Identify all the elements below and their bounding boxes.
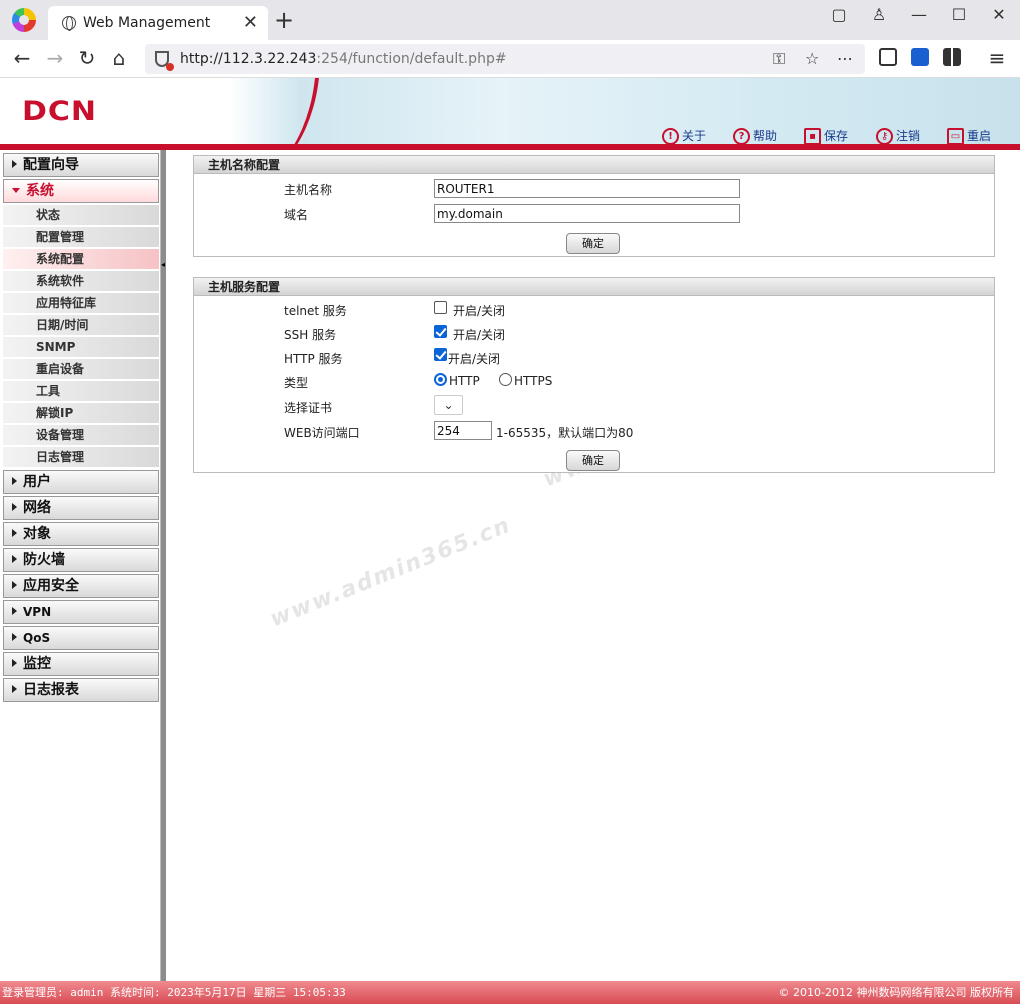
menu-log-report[interactable]: 日志报表 <box>3 678 159 702</box>
menu-icon[interactable]: ≡ <box>985 46 1009 70</box>
menu-qos[interactable]: QoS <box>3 626 159 650</box>
status-login-info: 登录管理员: admin 系统时间: 2023年5月17日 星期三 15:05:… <box>2 986 346 999</box>
hostname-confirm-button[interactable]: 确定 <box>566 233 620 254</box>
globe-icon <box>62 16 76 31</box>
type-label: 类型 <box>284 376 309 390</box>
sidebar-item-status[interactable]: 状态 <box>3 205 159 226</box>
url-text[interactable]: http://112.3.22.243:254/function/default… <box>180 51 507 67</box>
header-swoosh-decoration <box>230 78 320 150</box>
type-https-label: HTTPS <box>514 374 553 388</box>
sidebar-item-device-management[interactable]: 设备管理 <box>3 425 159 446</box>
dcn-logo: DCN <box>22 95 98 128</box>
reload-icon[interactable]: ↻ <box>75 46 99 70</box>
http-label: HTTP 服务 <box>284 352 343 366</box>
menu-app-security[interactable]: 应用安全 <box>3 574 159 598</box>
type-http-label: HTTP <box>449 374 480 388</box>
hostname-panel: 主机名称配置 主机名称 域名 确定 <box>193 155 995 257</box>
cert-select[interactable]: ⌄ <box>434 395 463 415</box>
browser-tab[interactable]: Web Management ✕ <box>48 6 268 40</box>
type-http-radio[interactable] <box>434 373 447 386</box>
menu-user[interactable]: 用户 <box>3 470 159 494</box>
ssh-label: SSH 服务 <box>284 328 337 342</box>
sidebar-splitter[interactable] <box>160 150 166 981</box>
status-copyright: © 2010-2012 神州数码网络有限公司 版权所有 <box>778 986 1014 999</box>
hostname-input[interactable] <box>434 179 740 198</box>
apps-grid-icon[interactable] <box>943 48 961 66</box>
menu-network[interactable]: 网络 <box>3 496 159 520</box>
cert-label: 选择证书 <box>284 401 333 415</box>
maximize-icon[interactable]: ☐ <box>944 5 974 24</box>
service-confirm-button[interactable]: 确定 <box>566 450 620 471</box>
menu-vpn[interactable]: VPN <box>3 600 159 624</box>
home-icon[interactable]: ⌂ <box>107 46 131 70</box>
watermark: www.admin365.cn <box>266 512 515 633</box>
logout-link[interactable]: ⚷ 注销 <box>876 127 920 145</box>
key-logout-icon: ⚷ <box>876 128 893 145</box>
telnet-checkbox[interactable] <box>434 301 447 314</box>
key-icon[interactable]: ⚿ <box>773 49 785 69</box>
menu-object[interactable]: 对象 <box>3 522 159 546</box>
minimize-icon[interactable]: — <box>904 5 934 24</box>
hostname-panel-title: 主机名称配置 <box>194 156 994 174</box>
telnet-toggle-label: 开启/关闭 <box>453 304 506 318</box>
tab-count-icon[interactable]: ▢ <box>824 5 854 24</box>
collapse-arrow-icon[interactable]: ◂ <box>160 260 166 270</box>
bookmark-star-icon[interactable]: ☆ <box>805 49 819 68</box>
tab-close-icon[interactable]: ✕ <box>243 12 258 33</box>
ssh-toggle-label: 开启/关闭 <box>453 328 506 342</box>
menu-firewall[interactable]: 防火墙 <box>3 548 159 572</box>
telnet-label: telnet 服务 <box>284 304 347 318</box>
port-hint: 1-65535，默认端口为80 <box>496 426 634 440</box>
sidebar-item-tools[interactable]: 工具 <box>3 381 159 402</box>
ssh-checkbox[interactable] <box>434 325 447 338</box>
domain-label: 域名 <box>284 208 309 222</box>
about-link[interactable]: ! 关于 <box>662 127 706 145</box>
sidebar-item-date-time[interactable]: 日期/时间 <box>3 315 159 336</box>
browser-nav-bar: ← → ↻ ⌂ http://112.3.22.243:254/function… <box>0 40 1020 78</box>
address-bar[interactable]: http://112.3.22.243:254/function/default… <box>145 44 865 74</box>
sidebar-item-app-signature[interactable]: 应用特征库 <box>3 293 159 314</box>
sidebar-item-system-config[interactable]: 系统配置 <box>3 249 159 270</box>
browser-logo-icon <box>12 8 36 32</box>
sidebar-item-config-management[interactable]: 配置管理 <box>3 227 159 248</box>
back-icon[interactable]: ← <box>10 46 34 70</box>
sidebar-item-log-management[interactable]: 日志管理 <box>3 447 159 468</box>
type-https-radio[interactable] <box>499 373 512 386</box>
service-panel: 主机服务配置 telnet 服务 开启/关闭 SSH 服务 开启/关闭 HTTP… <box>193 277 995 473</box>
sidebar-item-reboot-device[interactable]: 重启设备 <box>3 359 159 380</box>
sidebar-item-unlock-ip[interactable]: 解锁IP <box>3 403 159 424</box>
reader-icon[interactable] <box>879 48 897 66</box>
domain-input[interactable] <box>434 204 740 223</box>
tab-title: Web Management <box>83 15 211 31</box>
sidebar-item-snmp[interactable]: SNMP <box>3 337 159 358</box>
window-close-icon[interactable]: ✕ <box>984 5 1014 24</box>
save-link[interactable]: ▪ 保存 <box>804 127 848 145</box>
hostname-label: 主机名称 <box>284 183 333 197</box>
menu-config-wizard[interactable]: 配置向导 <box>3 153 159 177</box>
save-icon: ▪ <box>804 128 821 145</box>
insecure-shield-icon[interactable] <box>155 51 174 71</box>
http-checkbox[interactable] <box>434 348 447 361</box>
reboot-icon: ▭ <box>947 128 964 145</box>
help-icon: ? <box>733 128 750 145</box>
app-header: DCN <box>0 78 1020 150</box>
bitwarden-icon[interactable] <box>911 48 929 66</box>
port-input[interactable] <box>434 421 492 440</box>
menu-system[interactable]: 系统 <box>3 179 159 203</box>
status-bar: 登录管理员: admin 系统时间: 2023年5月17日 星期三 15:05:… <box>0 981 1020 1004</box>
reboot-link[interactable]: ▭ 重启 <box>947 127 991 145</box>
http-toggle-label: 开启/关闭 <box>448 352 501 366</box>
more-icon[interactable]: ⋯ <box>837 49 853 68</box>
service-panel-title: 主机服务配置 <box>194 278 994 296</box>
about-icon: ! <box>662 128 679 145</box>
sidebar-item-system-software[interactable]: 系统软件 <box>3 271 159 292</box>
new-tab-icon[interactable]: + <box>274 6 294 34</box>
forward-icon[interactable]: → <box>43 46 67 70</box>
menu-monitor[interactable]: 监控 <box>3 652 159 676</box>
browser-tab-bar: Web Management ✕ + ▢ ♙ — ☐ ✕ <box>0 0 1020 40</box>
shirt-icon[interactable]: ♙ <box>864 5 894 24</box>
help-link[interactable]: ? 帮助 <box>733 127 777 145</box>
port-label: WEB访问端口 <box>284 426 360 440</box>
